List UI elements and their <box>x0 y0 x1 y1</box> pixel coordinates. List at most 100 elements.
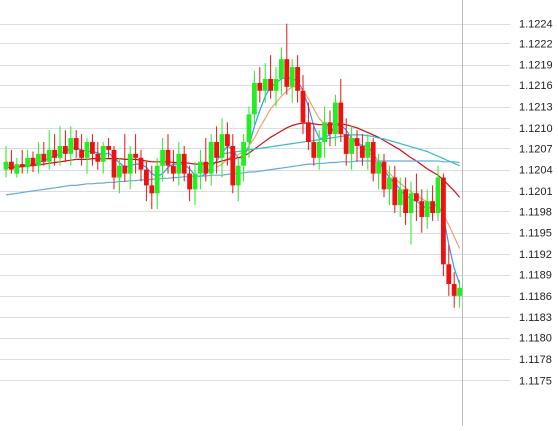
candle-body <box>316 142 322 158</box>
candle <box>430 185 435 221</box>
candle-body <box>41 153 47 162</box>
candle-body <box>306 122 311 143</box>
candle-body <box>252 82 257 115</box>
y-tick-label: 1.1224 <box>519 19 553 31</box>
candle <box>306 102 311 150</box>
candle-body <box>273 78 279 91</box>
y-tick-label: 1.1216 <box>519 80 553 92</box>
y-tick-label: 1.1183 <box>519 312 552 324</box>
candle <box>192 161 198 206</box>
y-tick-label: 1.1207 <box>519 143 553 155</box>
candle-body <box>219 134 225 158</box>
candle-body <box>79 149 84 158</box>
y-tick-label: 1.1192 <box>519 249 552 261</box>
candle-body <box>289 67 295 87</box>
candle <box>63 130 68 162</box>
candle <box>451 272 457 308</box>
candle <box>333 94 338 146</box>
candle-body <box>343 134 349 154</box>
candle <box>279 47 284 95</box>
candle-body <box>430 201 435 214</box>
candle <box>41 142 47 166</box>
candle-body <box>73 138 79 150</box>
candle-body <box>144 169 149 186</box>
candle-body <box>349 138 354 154</box>
candle <box>14 157 20 178</box>
candle-body <box>30 157 36 166</box>
candle-body <box>181 153 187 174</box>
candle-body <box>387 177 392 190</box>
y-tick-label: 1.1186 <box>519 291 552 303</box>
candle <box>349 126 354 170</box>
candle-body <box>451 284 457 296</box>
candle-body <box>441 177 446 265</box>
candle-body <box>187 173 192 190</box>
candle-body <box>376 161 381 174</box>
candle <box>295 55 300 103</box>
candle-body <box>57 145 63 158</box>
candle <box>392 165 398 214</box>
candle-body <box>457 287 462 296</box>
candle-body <box>414 193 419 202</box>
candle <box>300 74 306 135</box>
candle-body <box>365 142 371 158</box>
candle-body <box>435 177 441 214</box>
candle <box>230 134 236 194</box>
candle <box>122 134 128 182</box>
y-tick-label: 1.1189 <box>519 270 552 282</box>
candle-body <box>424 201 430 217</box>
candle <box>208 134 214 186</box>
candle-body <box>370 142 376 174</box>
candle <box>370 138 376 182</box>
candle-body <box>111 149 117 178</box>
candle <box>95 142 101 170</box>
candle-body <box>246 114 252 143</box>
candle-body <box>160 149 165 166</box>
candle <box>284 23 290 95</box>
candle-body <box>68 138 74 154</box>
y-tick-label: 1.1210 <box>519 123 553 135</box>
candle-body <box>3 161 9 170</box>
candle-body <box>171 165 176 174</box>
candle-body <box>36 153 41 166</box>
candle <box>252 71 257 127</box>
candle-body <box>311 142 317 158</box>
candle <box>311 126 317 166</box>
candle <box>424 189 430 229</box>
candle-body <box>300 90 306 123</box>
candle-body <box>90 142 95 154</box>
candle-body <box>133 153 138 158</box>
candle <box>322 106 327 158</box>
candle-body <box>446 264 452 285</box>
candle-body <box>208 142 214 174</box>
y-tick-label: 1.1222 <box>519 38 553 50</box>
candle <box>154 157 160 210</box>
candlestick-chart: 1.1224 1.1222 1.1219 1.1216 1.1213 1.1210 1.12… <box>0 0 558 426</box>
candle <box>144 161 149 202</box>
y-tick-label: 1.1213 <box>519 102 553 114</box>
candle-body <box>397 189 403 206</box>
candle-body <box>284 59 290 87</box>
candle-body <box>106 145 111 150</box>
candle <box>419 189 425 233</box>
candle <box>457 280 462 308</box>
candle-body <box>46 149 52 162</box>
candle-body <box>279 59 284 79</box>
y-tick-label: 1.1175 <box>519 375 552 387</box>
candle <box>441 173 446 277</box>
candle <box>381 153 387 198</box>
candle-body <box>138 157 144 170</box>
y-tick-label: 1.1178 <box>519 354 552 366</box>
candle <box>30 151 36 173</box>
candle-body <box>354 138 360 146</box>
candle-body <box>360 145 365 158</box>
candle-body <box>14 164 20 174</box>
candle-body <box>122 165 128 174</box>
candle <box>165 134 171 174</box>
candle <box>133 134 138 174</box>
candle-body <box>225 134 230 146</box>
candle-body <box>117 165 122 178</box>
candle <box>138 149 144 182</box>
candle-body <box>127 153 133 174</box>
candle <box>327 110 333 146</box>
